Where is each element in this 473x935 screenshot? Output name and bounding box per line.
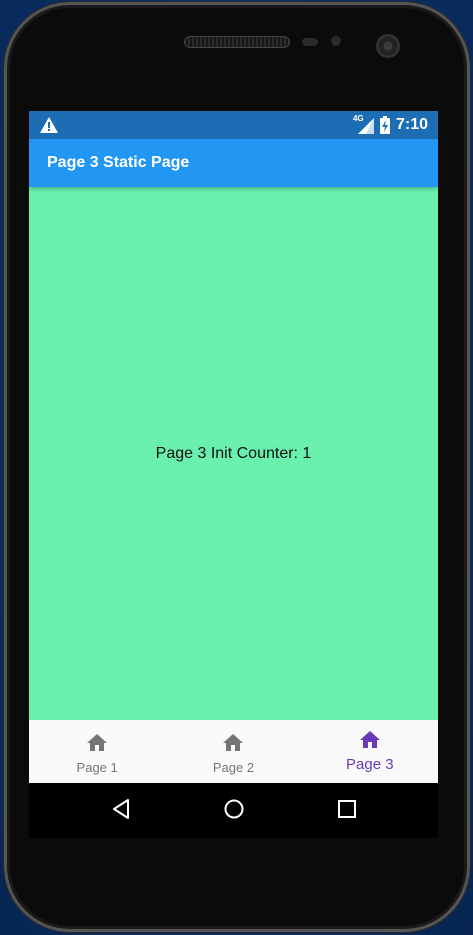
nav-item-page-2[interactable]: Page 2	[165, 720, 301, 783]
app-bar: Page 3 Static Page	[29, 139, 438, 187]
app-bar-title: Page 3 Static Page	[47, 154, 190, 171]
proximity-sensor	[302, 38, 318, 46]
back-icon[interactable]	[109, 797, 133, 821]
warning-icon	[40, 117, 58, 133]
system-navigation-bar	[29, 783, 438, 835]
page-content: Page 3 Init Counter: 1	[29, 187, 438, 720]
home-icon	[87, 734, 108, 751]
screen: 4G 7:10 Page 3 Static Page Page 3 Init C…	[29, 111, 438, 838]
status-time: 7:10	[395, 116, 428, 133]
home-icon	[223, 734, 244, 751]
init-counter-text: Page 3 Init Counter: 1	[155, 444, 312, 462]
nav-item-page-3[interactable]: Page 3	[302, 720, 438, 783]
circle-home-icon[interactable]	[222, 797, 246, 821]
cell-signal-icon: 4G	[353, 114, 374, 134]
bottom-navigation-bar: Page 1 Page 2 Page 3	[29, 720, 438, 783]
earpiece-speaker	[184, 36, 290, 48]
status-icons: 4G 7:10	[353, 111, 428, 139]
nav-label-page-3: Page 3	[346, 756, 394, 773]
light-sensor	[331, 36, 341, 46]
front-camera	[376, 34, 400, 58]
status-bar: 4G 7:10	[29, 111, 438, 139]
battery-charging-icon	[379, 116, 390, 134]
recents-icon[interactable]	[335, 797, 359, 821]
phone-frame: 4G 7:10 Page 3 Static Page Page 3 Init C…	[4, 2, 470, 932]
nav-item-page-1[interactable]: Page 1	[29, 720, 165, 783]
nav-label-page-2: Page 2	[212, 760, 255, 775]
nav-label-page-1: Page 1	[76, 760, 118, 775]
home-icon	[359, 731, 380, 748]
